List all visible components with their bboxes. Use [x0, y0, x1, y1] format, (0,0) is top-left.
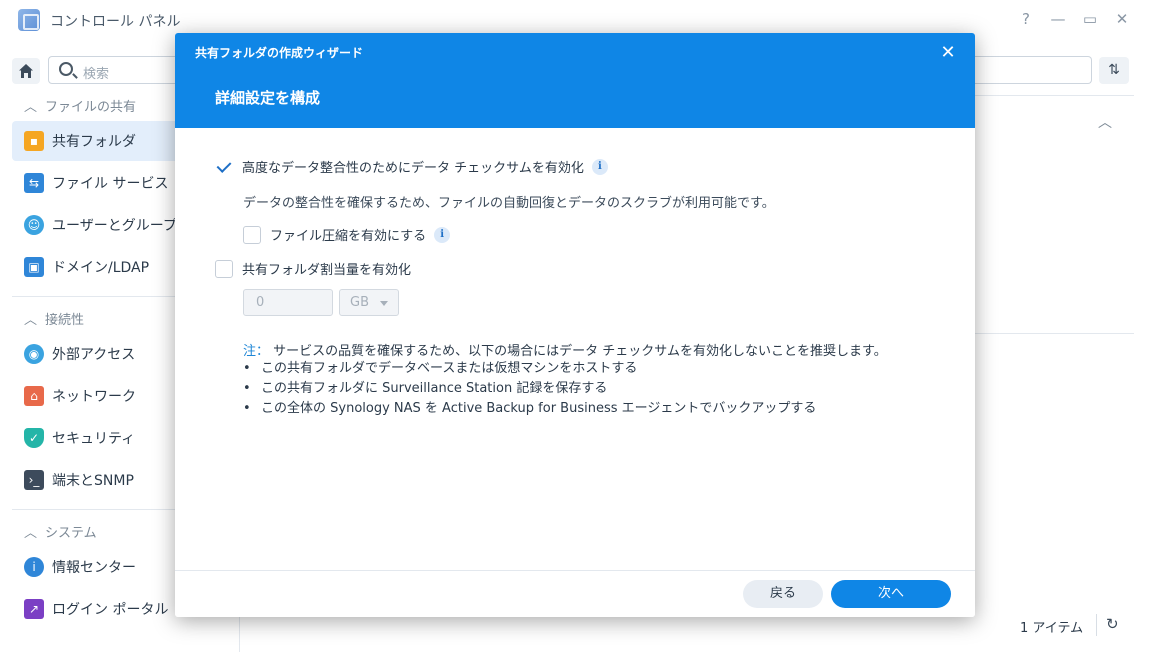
external-access-icon: ◉: [24, 344, 44, 364]
refresh-icon[interactable]: ↻: [1106, 615, 1119, 633]
info-icon[interactable]: i: [591, 158, 608, 175]
window-title: コントロール パネル: [50, 14, 181, 30]
network-icon: ⌂: [24, 386, 44, 406]
home-button[interactable]: [12, 58, 40, 84]
quota-unit-value: GB: [350, 295, 369, 310]
checksum-description: データの整合性を確保するため、ファイルの自動回復とデータのスクラブが利用可能です…: [243, 196, 775, 211]
compression-option[interactable]: ファイル圧縮を有効にする i: [243, 225, 451, 244]
section-header-connectivity[interactable]: ︿ 接続性: [24, 309, 84, 328]
sort-button[interactable]: ⇅: [1099, 57, 1129, 84]
next-button[interactable]: 次へ: [831, 580, 951, 608]
close-icon[interactable]: ✕: [939, 42, 957, 63]
compression-checkbox[interactable]: [243, 225, 261, 244]
search-icon: [59, 62, 73, 76]
list-item: この共有フォルダに Surveillance Station 記録を保存する: [243, 379, 816, 399]
section-header-system[interactable]: ︿ システム: [24, 522, 97, 541]
compression-label: ファイル圧縮を有効にする: [270, 229, 427, 244]
wizard-title: 共有フォルダの作成ウィザード: [195, 46, 364, 60]
footer-separator: [1096, 614, 1097, 636]
back-button[interactable]: 戻る: [743, 580, 823, 608]
terminal-icon: ›_: [24, 470, 44, 490]
chevron-up-icon: ︿: [24, 526, 38, 541]
chevron-up-icon: ︿: [24, 313, 38, 328]
search-input[interactable]: 検索: [48, 56, 188, 84]
note-bullet-list: この共有フォルダでデータベースまたは仮想マシンをホストする この共有フォルダに …: [243, 359, 816, 419]
chevron-up-icon[interactable]: ︿: [1098, 112, 1112, 132]
sort-icon: ⇅: [1108, 62, 1120, 78]
list-item: この全体の Synology NAS を Active Backup for B…: [243, 399, 816, 419]
info-icon[interactable]: i: [434, 226, 451, 243]
quota-unit-select[interactable]: GB: [339, 289, 399, 316]
checksum-label: 高度なデータ整合性のためにデータ チェックサムを有効化: [242, 161, 584, 176]
home-icon: [19, 64, 33, 78]
note-body: サービスの品質を確保するため、以下の場合にはデータ チェックサムを有効化しないこ…: [273, 344, 887, 359]
step-title: 詳細設定を構成: [215, 89, 321, 107]
close-window-icon[interactable]: ✕: [1112, 10, 1132, 28]
control-panel-icon: [18, 9, 40, 31]
create-shared-folder-wizard: 共有フォルダの作成ウィザード ✕ 詳細設定を構成 高度なデータ整合性のためにデー…: [175, 33, 975, 617]
info-center-icon: i: [24, 557, 44, 577]
quota-option[interactable]: 共有フォルダ割当量を有効化: [215, 259, 411, 278]
item-count: 1 アイテム: [1020, 621, 1084, 636]
chevron-up-icon: ︿: [24, 100, 38, 115]
quota-label: 共有フォルダ割当量を有効化: [242, 263, 412, 278]
login-portal-icon: ↗: [24, 599, 44, 619]
help-icon[interactable]: ?: [1016, 10, 1036, 28]
folder-share-icon: ▪: [24, 131, 44, 151]
note-prefix: 注：: [243, 344, 270, 359]
maximize-icon[interactable]: ▭: [1080, 10, 1100, 28]
users-groups-icon: ☺: [24, 215, 44, 235]
dialog-header: 共有フォルダの作成ウィザード ✕ 詳細設定を構成: [175, 33, 975, 128]
security-shield-icon: ✓: [24, 428, 44, 448]
file-services-icon: ⇆: [24, 173, 44, 193]
caret-down-icon: [380, 301, 388, 306]
domain-ldap-icon: ▣: [24, 257, 44, 277]
note-text: 注： サービスの品質を確保するため、以下の場合にはデータ チェックサムを有効化し…: [243, 340, 887, 359]
search-placeholder: 検索: [83, 67, 110, 82]
filter-input[interactable]: [970, 56, 1092, 84]
checksum-checkbox[interactable]: [215, 157, 233, 176]
checksum-option[interactable]: 高度なデータ整合性のためにデータ チェックサムを有効化 i: [215, 157, 608, 176]
section-header-file-sharing[interactable]: ︿ ファイルの共有: [24, 96, 136, 115]
quota-checkbox[interactable]: [215, 259, 233, 278]
list-item: この共有フォルダでデータベースまたは仮想マシンをホストする: [243, 359, 816, 379]
minimize-icon[interactable]: —: [1048, 10, 1068, 28]
quota-value-input[interactable]: 0: [243, 289, 333, 316]
